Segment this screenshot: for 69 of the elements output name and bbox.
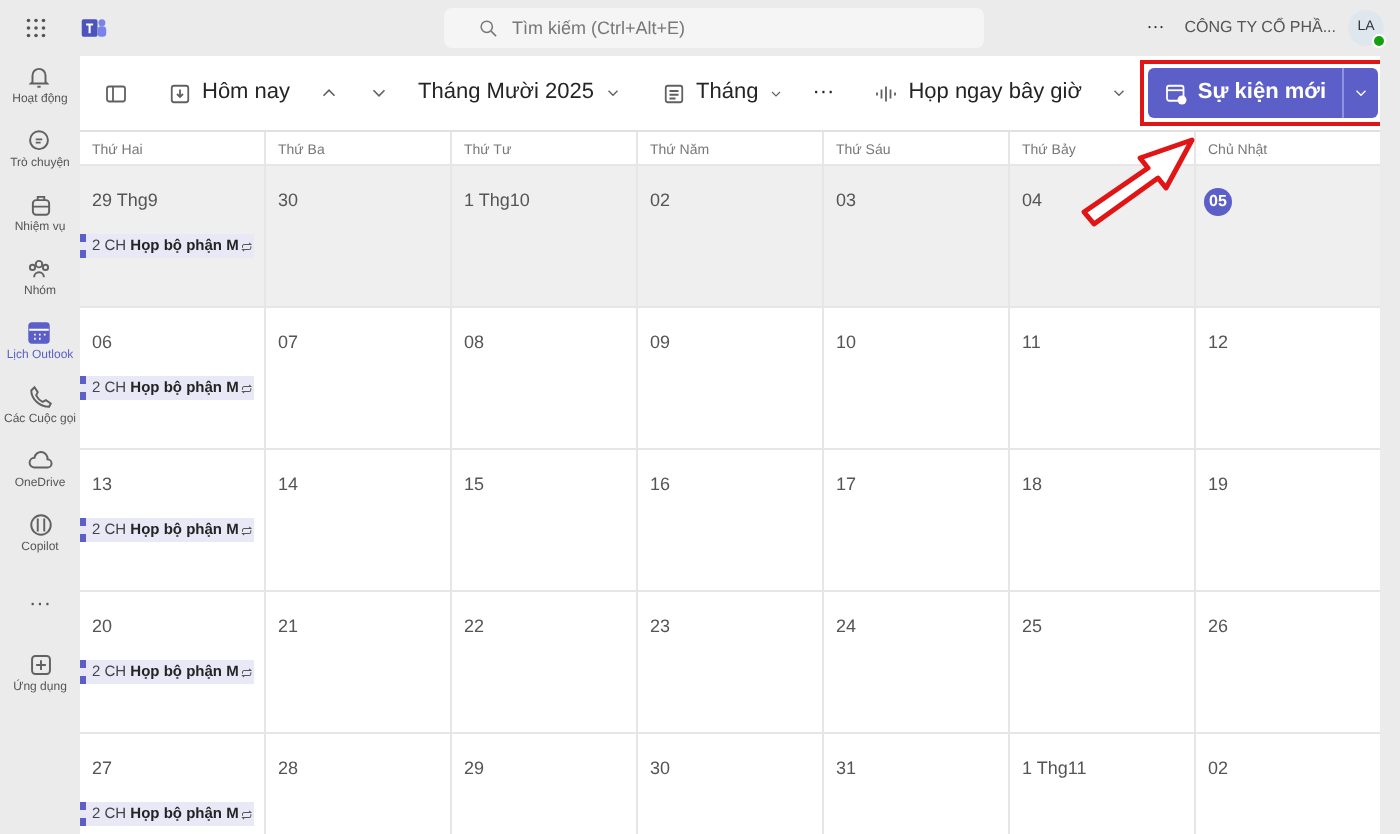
day-number: 23: [650, 614, 671, 640]
day-number: 28: [278, 756, 299, 782]
day-number: 06: [92, 330, 113, 356]
day-number: 13: [92, 472, 113, 498]
day-number: 14: [278, 472, 299, 498]
rail-item[interactable]: ···: [29, 576, 51, 633]
day-number: 26: [1208, 614, 1229, 640]
day-number: 04: [1022, 188, 1043, 214]
day-number: 16: [650, 472, 671, 498]
teams-logo-icon: [80, 14, 108, 42]
day-number: 12: [1208, 330, 1229, 356]
day-number: 30: [278, 188, 299, 214]
day-number: 09: [650, 330, 671, 356]
day-number: 24: [836, 614, 857, 640]
arrow-drawing: [1076, 132, 1200, 232]
day-number: 25: [1022, 614, 1043, 640]
calendar-add-icon: [1163, 81, 1188, 105]
phone-icon: [27, 384, 53, 410]
day-number: 03: [836, 188, 857, 214]
day-number: 15: [464, 472, 485, 498]
day-number: 11: [1022, 330, 1041, 356]
cloud-icon: [27, 448, 53, 474]
day-number: 30: [650, 756, 671, 782]
search-field[interactable]: Tìm kiếm (Ctrl+Alt+E): [444, 8, 984, 48]
app-grid-icon: [24, 16, 48, 40]
bag-icon: [27, 192, 53, 218]
bell-icon: [26, 64, 53, 90]
day-number: 18: [1022, 472, 1043, 498]
people-icon: [26, 256, 53, 282]
search-icon: [478, 18, 498, 38]
sound-wave-icon: [874, 81, 899, 105]
more-button[interactable]: ···: [1138, 10, 1173, 46]
month-picker[interactable]: Tháng Mười 2025: [410, 72, 630, 114]
day-number: 20: [92, 614, 113, 640]
repeat-icon: [240, 379, 254, 397]
repeat-icon: [240, 663, 254, 681]
day-number: 1 Thg10: [464, 188, 530, 214]
add-icon: [27, 651, 53, 677]
day-number: 02: [1208, 756, 1229, 782]
new-event-dropdown[interactable]: [1342, 68, 1379, 118]
day-number: 27: [92, 756, 113, 782]
day-number: 07: [278, 330, 299, 356]
calendar-icon: [168, 81, 192, 105]
repeat-icon: [240, 805, 254, 823]
day-number: 19: [1208, 472, 1229, 498]
chat-icon: [26, 128, 53, 154]
day-number: 17: [836, 472, 857, 498]
calendar-view-icon: [662, 81, 686, 105]
repeat-icon: [240, 521, 254, 539]
today-button[interactable]: Hôm nay: [160, 72, 299, 114]
day-number: 29 Thg9: [92, 188, 158, 214]
day-number: 21: [278, 614, 299, 640]
today-date: 05: [1204, 188, 1232, 216]
day-number: 22: [464, 614, 485, 640]
calendar-icon: [26, 320, 53, 346]
organization-name: CÔNG TY CỔ PHẦ...: [1184, 16, 1336, 40]
more-button[interactable]: ···: [804, 72, 843, 114]
day-number: 1 Thg11: [1022, 756, 1087, 782]
repeat-icon: [240, 237, 254, 255]
day-number: 08: [464, 330, 485, 356]
day-number: 29: [464, 756, 485, 782]
day-number: 10: [836, 330, 857, 356]
view-dropdown[interactable]: Tháng: [654, 72, 793, 114]
panel-icon: [104, 81, 128, 105]
status-dot: [1372, 34, 1386, 48]
new-event-button[interactable]: Sự kiện mới: [1147, 68, 1343, 118]
day-number: 02: [650, 188, 671, 214]
meet-now-button[interactable]: Họp ngay bây giờ: [866, 72, 1090, 114]
day-number: 31: [836, 756, 857, 782]
